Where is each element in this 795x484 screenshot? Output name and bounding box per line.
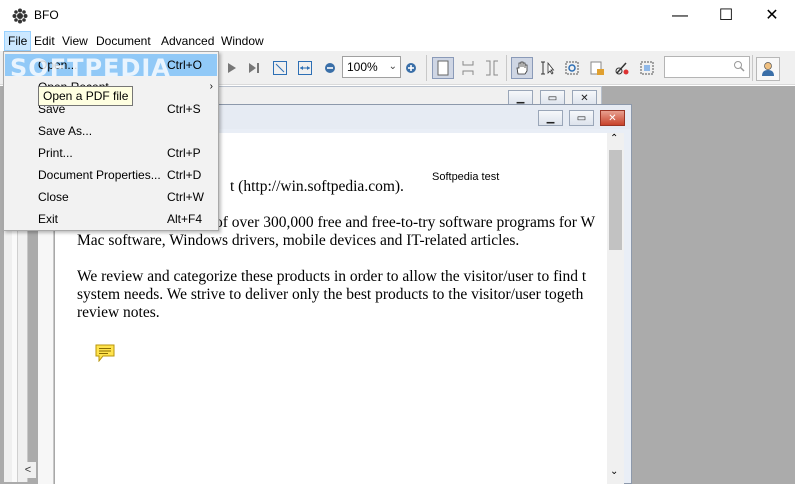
tooltip: Open a PDF file	[38, 86, 134, 106]
zoom-value: 100%	[347, 60, 378, 74]
menu-item-close[interactable]: Close Ctrl+W	[5, 186, 217, 208]
front-minimize-button[interactable]: ▁	[538, 110, 563, 126]
menu-item-shortcut: Ctrl+S	[167, 102, 201, 116]
scroll-down-icon[interactable]: ⌄	[610, 466, 618, 477]
last-page-icon[interactable]	[243, 57, 265, 79]
zoom-out-icon[interactable]	[319, 57, 341, 79]
close-button[interactable]: ✕	[749, 0, 795, 31]
select-area-icon[interactable]	[636, 57, 658, 79]
snapshot-icon[interactable]	[586, 57, 608, 79]
menu-item-shortcut: Ctrl+W	[167, 190, 204, 204]
menu-file[interactable]: File	[4, 31, 32, 51]
menu-item-label: Document Properties...	[38, 168, 161, 182]
scroll-up-icon[interactable]: ⌃	[610, 133, 618, 144]
document-text-line: system needs. We strive to deliver only …	[77, 286, 584, 303]
menu-item-shortcut: Alt+F4	[167, 212, 203, 226]
menu-item-document-properties[interactable]: Document Properties... Ctrl+D	[5, 164, 217, 186]
menu-view[interactable]: View	[59, 31, 91, 51]
search-icon[interactable]	[733, 60, 745, 75]
single-page-icon[interactable]	[432, 57, 454, 79]
minimize-button[interactable]: —	[657, 0, 703, 31]
search-input[interactable]	[664, 56, 750, 78]
menu-window[interactable]: Window	[218, 31, 267, 51]
menu-edit[interactable]: Edit	[31, 31, 58, 51]
menu-item-label: Exit	[38, 212, 59, 226]
toolbar-separator	[426, 55, 427, 81]
document-label: Softpedia test	[432, 171, 500, 183]
annotation-icon[interactable]	[611, 57, 633, 79]
zoom-in-icon[interactable]	[400, 57, 422, 79]
front-restore-button[interactable]: ▭	[569, 110, 594, 126]
window-title: BFO	[34, 8, 59, 22]
toolbar-separator	[752, 55, 753, 81]
menu-item-shortcut: Ctrl+O	[167, 58, 203, 72]
menu-item-save-as[interactable]: Save As...	[5, 120, 217, 142]
front-close-button[interactable]: ✕	[600, 110, 625, 126]
chevron-down-icon: ⌄	[388, 61, 397, 72]
user-icon[interactable]	[756, 57, 780, 81]
chevron-right-icon: ›	[209, 81, 213, 92]
menu-advanced[interactable]: Advanced	[158, 31, 217, 51]
document-text-line: Mac software, Windows drivers, mobile de…	[77, 232, 520, 249]
menu-item-label: Print...	[38, 146, 73, 160]
vertical-scroll-thumb[interactable]	[609, 150, 622, 250]
document-text-line: t (http://win.softpedia.com).	[230, 178, 404, 195]
menu-item-print[interactable]: Print... Ctrl+P	[5, 142, 217, 164]
toolbar-separator	[506, 55, 507, 81]
facing-pages-icon[interactable]	[481, 57, 503, 79]
maximize-button[interactable]: ☐	[703, 0, 749, 31]
menu-item-label: Close	[38, 190, 69, 204]
app-logo-icon	[12, 8, 28, 24]
menu-item-shortcut: Ctrl+P	[167, 146, 201, 160]
fit-page-icon[interactable]	[269, 57, 291, 79]
marquee-zoom-icon[interactable]	[561, 57, 583, 79]
watermark: SOFTPEDIA	[10, 54, 171, 82]
menu-document[interactable]: Document	[93, 31, 154, 51]
fit-width-icon[interactable]	[294, 57, 316, 79]
menu-item-label: Save As...	[38, 124, 93, 138]
zoom-select[interactable]: 100% ⌄	[342, 56, 401, 78]
note-annotation-icon[interactable]	[95, 344, 115, 365]
document-text-line: review notes.	[77, 304, 160, 321]
menu-item-exit[interactable]: Exit Alt+F4	[5, 208, 217, 230]
document-text-line: We review and categorize these products …	[77, 268, 587, 285]
menu-item-shortcut: Ctrl+D	[167, 168, 202, 182]
play-icon[interactable]	[220, 57, 242, 79]
text-select-icon[interactable]	[536, 57, 558, 79]
hand-tool-icon[interactable]	[511, 57, 533, 79]
continuous-page-icon[interactable]	[457, 57, 479, 79]
document-text-line: of over 300,000 free and free-to-try sof…	[215, 214, 596, 231]
scroll-left-icon[interactable]: <	[20, 462, 36, 478]
